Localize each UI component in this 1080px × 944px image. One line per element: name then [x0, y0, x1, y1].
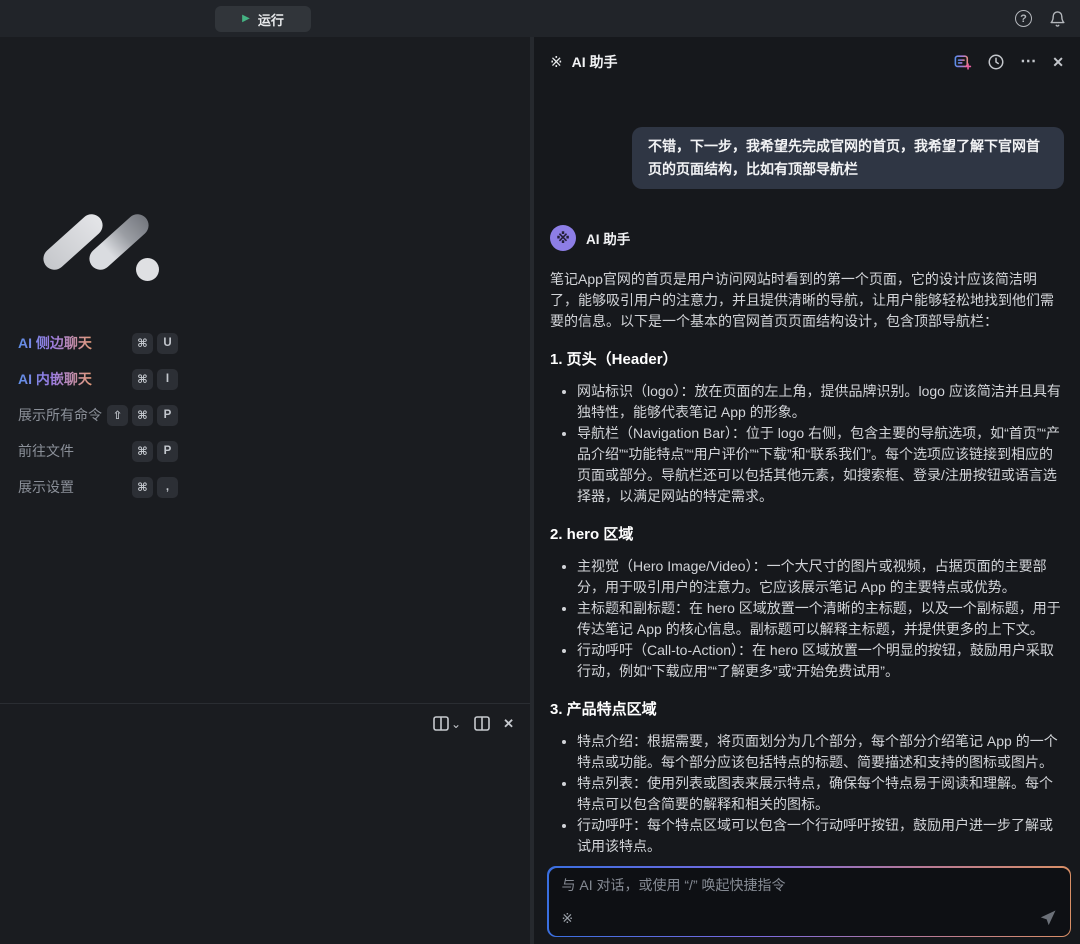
- bullet-item: 主标题和副标题：在 hero 区域放置一个清晰的主标题，以及一个副标题，用于传达…: [577, 598, 1064, 640]
- chat-input[interactable]: [561, 876, 1017, 893]
- bullet-item: 网站标识（logo）：放在页面的左上角，提供品牌识别。logo 应该简洁并且具有…: [577, 381, 1064, 423]
- shortcut-menu: AI 侧边聊天 ⌘ U AI 内嵌聊天 ⌘ I 展示所有命令 ⇧ ⌘ P 前往文…: [18, 325, 178, 505]
- key-badge-cmd: ⌘: [132, 368, 153, 390]
- ai-avatar: ※: [550, 225, 576, 251]
- split-panel-dropdown-icon[interactable]: ⌄: [433, 716, 461, 731]
- chevron-down-icon: ⌄: [451, 716, 462, 731]
- play-icon: ▶: [242, 13, 250, 24]
- key-badge-shift: ⇧: [107, 404, 128, 426]
- marscode-logo: [38, 200, 168, 292]
- chat-input-container: ※: [547, 866, 1071, 937]
- key-badge-u: U: [157, 332, 178, 354]
- key-badge-comma: ,: [157, 476, 178, 498]
- editor-pane: AI 侧边聊天 ⌘ U AI 内嵌聊天 ⌘ I 展示所有命令 ⇧ ⌘ P 前往文…: [0, 37, 530, 703]
- menu-item-label: 展示所有命令: [18, 407, 102, 423]
- bullet-item: 导航栏（Navigation Bar）：位于 logo 右侧，包含主要的导航选项…: [577, 423, 1064, 507]
- bullet-item: 主视觉（Hero Image/Video）：一个大尺寸的图片或视频，占据页面的主…: [577, 556, 1064, 598]
- split-panel-icon[interactable]: [474, 716, 490, 731]
- run-button-label: 运行: [257, 12, 284, 28]
- chat-history-icon[interactable]: [987, 53, 1005, 71]
- logo-dot: [136, 258, 159, 281]
- section-bullets-hero: 主视觉（Hero Image/Video）：一个大尺寸的图片或视频，占据页面的主…: [550, 556, 1064, 682]
- menu-item-show-settings[interactable]: 展示设置 ⌘ ,: [18, 469, 178, 505]
- section-heading-features: 3. 产品特点区域: [550, 701, 657, 718]
- user-message-bubble: 不错，下一步，我希望先完成官网的首页，我希望了解下官网首页的页面结构，比如有顶部…: [632, 127, 1064, 189]
- section-heading-header: 1. 页头（Header）: [550, 351, 678, 368]
- menu-item-label: AI 侧边聊天: [18, 335, 92, 351]
- terminal-panel: ⌄ ✕: [0, 703, 530, 944]
- send-message-icon[interactable]: [1038, 908, 1058, 928]
- help-icon[interactable]: ?: [1015, 10, 1032, 27]
- bullet-item: 行动呼吁（Call-to-Action）：在 hero 区域放置一个明显的按钮，…: [577, 640, 1064, 682]
- assistant-name: AI 助手: [586, 232, 631, 247]
- new-chat-icon[interactable]: [953, 53, 972, 72]
- key-badge-cmd: ⌘: [132, 476, 153, 498]
- notifications-bell-icon[interactable]: [1049, 10, 1066, 28]
- bullet-item: 特点列表：使用列表或图表来展示特点，确保每个特点易于阅读和理解。每个特点可以包含…: [577, 773, 1064, 815]
- ai-panel-header: ※ AI 助手 ⋯ ✕: [534, 37, 1080, 87]
- chat-scroll-area[interactable]: 不错，下一步，我希望先完成官网的首页，我希望了解下官网首页的页面结构，比如有顶部…: [534, 87, 1080, 858]
- run-button[interactable]: ▶ 运行: [215, 6, 311, 32]
- bullet-item: 特点介绍：根据需要，将页面划分为几个部分，每个部分介绍笔记 App 的一个特点或…: [577, 731, 1064, 773]
- key-badge-cmd: ⌘: [132, 404, 153, 426]
- assistant-message-header: ※ AI 助手: [550, 225, 1064, 251]
- section-bullets-header: 网站标识（logo）：放在页面的左上角，提供品牌识别。logo 应该简洁并且具有…: [550, 381, 1064, 507]
- top-bar: ▶ 运行 ?: [0, 0, 1080, 37]
- section-heading-hero: 2. hero 区域: [550, 526, 634, 543]
- menu-item-label: 展示设置: [18, 479, 74, 495]
- key-badge-p: P: [157, 404, 178, 426]
- assistant-message-body: 笔记App官网的首页是用户访问网站时看到的第一个页面，它的设计应该简洁明了，能够…: [550, 269, 1064, 857]
- ai-panel-title: AI 助手: [571, 54, 618, 70]
- more-options-icon[interactable]: ⋯: [1020, 54, 1037, 70]
- menu-item-label: AI 内嵌聊天: [18, 371, 92, 387]
- section-bullets-features: 特点介绍：根据需要，将页面划分为几个部分，每个部分介绍笔记 App 的一个特点或…: [550, 731, 1064, 857]
- key-badge-cmd: ⌘: [132, 332, 153, 354]
- intro-paragraph: 笔记App官网的首页是用户访问网站时看到的第一个页面，它的设计应该简洁明了，能够…: [550, 271, 1054, 329]
- menu-item-ai-side-chat[interactable]: AI 侧边聊天 ⌘ U: [18, 325, 178, 361]
- menu-item-ai-inline-chat[interactable]: AI 内嵌聊天 ⌘ I: [18, 361, 178, 397]
- quick-command-sparkle-icon[interactable]: ※: [562, 910, 574, 927]
- close-ai-panel-icon[interactable]: ✕: [1052, 55, 1064, 69]
- key-badge-i: I: [157, 368, 178, 390]
- close-panel-icon[interactable]: ✕: [503, 717, 514, 730]
- editor-area: AI 侧边聊天 ⌘ U AI 内嵌聊天 ⌘ I 展示所有命令 ⇧ ⌘ P 前往文…: [0, 37, 530, 944]
- menu-item-label: 前往文件: [18, 443, 74, 459]
- ai-assistant-panel: ※ AI 助手 ⋯ ✕ 不错，下一步，我希望先完成官网的首页，我希望了解下官网首…: [530, 37, 1080, 944]
- key-badge-p: P: [157, 440, 178, 462]
- menu-item-show-all-commands[interactable]: 展示所有命令 ⇧ ⌘ P: [18, 397, 178, 433]
- menu-item-go-to-file[interactable]: 前往文件 ⌘ P: [18, 433, 178, 469]
- sparkle-icon: ※: [550, 54, 563, 71]
- key-badge-cmd: ⌘: [132, 440, 153, 462]
- bullet-item: 行动呼吁：每个特点区域可以包含一个行动呼吁按钮，鼓励用户进一步了解或试用该特点。: [577, 815, 1064, 857]
